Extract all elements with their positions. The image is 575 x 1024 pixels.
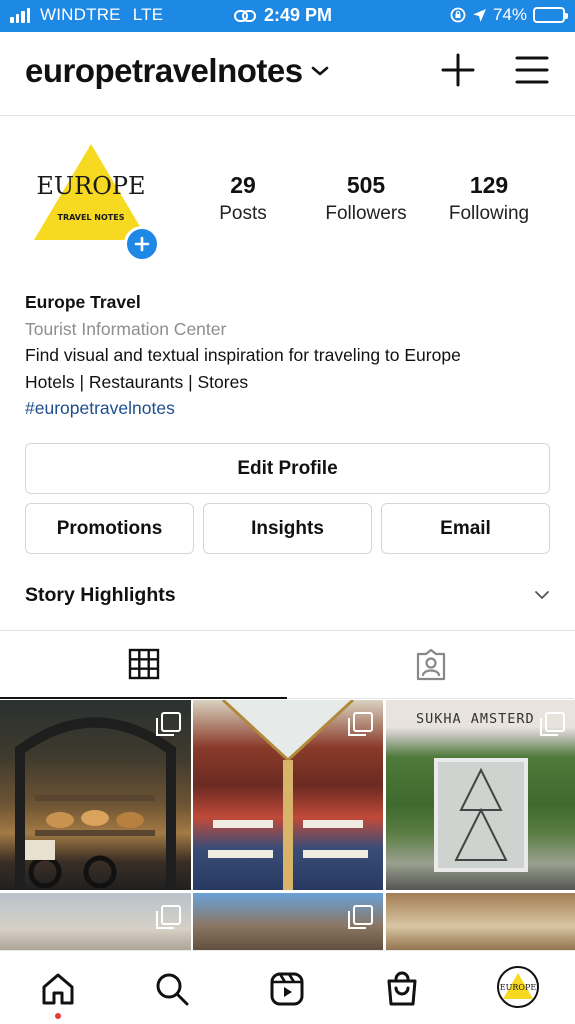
story-highlights-toggle[interactable]: Story Highlights — [25, 582, 550, 612]
post-church-interior[interactable] — [386, 893, 575, 953]
signal-icon — [10, 7, 32, 23]
screen-lock-icon — [450, 7, 466, 23]
carousel-icon — [540, 712, 565, 736]
edit-profile-button[interactable]: Edit Profile — [25, 443, 550, 494]
add-story-button[interactable] — [124, 226, 160, 262]
posts-label: Posts — [219, 203, 267, 224]
post-bakery-window[interactable] — [0, 700, 191, 890]
nav-reels[interactable] — [267, 969, 307, 1009]
nav-search[interactable] — [152, 969, 192, 1009]
link-icon — [234, 9, 256, 22]
carousel-icon — [156, 712, 181, 736]
status-right: 74% — [444, 5, 568, 25]
posts-count[interactable]: 29 Posts — [188, 172, 298, 225]
plus-icon — [134, 236, 150, 252]
menu-icon[interactable] — [514, 54, 550, 86]
shop-icon — [387, 971, 417, 1006]
notification-dot — [55, 1013, 61, 1019]
avatar-small-title: EUROPE — [500, 983, 537, 992]
grid-icon — [128, 648, 159, 680]
battery-icon — [533, 7, 568, 23]
promotions-button[interactable]: Promotions — [25, 503, 194, 554]
post-ornate-building[interactable] — [193, 893, 383, 953]
storefront-sign: SUKHA AMSTERD — [416, 711, 535, 727]
post-restaurant-interior[interactable] — [193, 700, 383, 890]
battery-percent: 74% — [492, 5, 527, 24]
tab-tagged[interactable] — [287, 631, 574, 699]
avatar-logo-title: EUROPE — [36, 172, 145, 200]
reels-icon — [270, 972, 304, 1006]
chevron-down-icon[interactable] — [311, 65, 329, 77]
profile-avatar-small: EUROPE — [500, 973, 537, 999]
profile-header: europetravelnotes — [0, 32, 575, 116]
username[interactable]: europetravelnotes — [25, 52, 303, 90]
clock: 2:49 PM — [264, 5, 333, 25]
bottom-nav: EUROPE — [0, 950, 575, 1024]
network-type: LTE — [132, 5, 164, 24]
following-value: 129 — [469, 172, 509, 198]
profile-tabs — [0, 630, 575, 699]
bio-line-1: Find visual and textual inspiration for … — [25, 345, 461, 365]
status-bar: WINDTRE LTE 2:49 PM 74% — [0, 0, 575, 32]
plus-icon[interactable] — [440, 52, 476, 88]
carousel-icon — [348, 712, 373, 736]
status-center: 2:49 PM — [234, 5, 332, 26]
following-count[interactable]: 129 Following — [434, 172, 544, 225]
nav-profile[interactable]: EUROPE — [497, 966, 539, 1008]
followers-count[interactable]: 505 Followers — [311, 172, 421, 225]
search-icon — [156, 973, 189, 1006]
bio-line-2: Hotels | Restaurants | Stores — [25, 371, 249, 392]
email-button[interactable]: Email — [381, 503, 550, 554]
tagged-icon — [416, 648, 445, 680]
avatar-logo-subtitle: TRAVEL NOTES — [58, 213, 125, 222]
post-green-storefront[interactable] — [386, 700, 575, 890]
carrier-name: WINDTRE — [40, 5, 121, 24]
carousel-icon — [348, 905, 373, 929]
status-left: WINDTRE LTE — [10, 5, 163, 25]
location-arrow-icon — [472, 8, 486, 22]
posts-value: 29 — [230, 172, 256, 198]
nav-shop[interactable] — [382, 969, 422, 1009]
insights-button[interactable]: Insights — [203, 503, 372, 554]
bio-hashtag-link[interactable]: #europetravelnotes — [25, 395, 555, 422]
home-icon — [42, 973, 74, 1005]
followers-value: 505 — [346, 172, 386, 198]
profile-name: Europe Travel — [25, 292, 141, 312]
account-switcher[interactable]: europetravelnotes — [25, 52, 329, 90]
tab-grid[interactable] — [0, 631, 287, 699]
chevron-down-icon[interactable] — [534, 590, 550, 600]
profile-category: Tourist Information Center — [25, 318, 227, 339]
carousel-icon — [156, 905, 181, 929]
profile-bio: Europe Travel Tourist Information Center… — [25, 289, 555, 422]
post-building-facade[interactable] — [0, 893, 191, 953]
followers-label: Followers — [325, 203, 407, 224]
nav-home[interactable] — [38, 969, 78, 1009]
story-highlights-title: Story Highlights — [25, 584, 176, 606]
following-label: Following — [448, 203, 530, 224]
